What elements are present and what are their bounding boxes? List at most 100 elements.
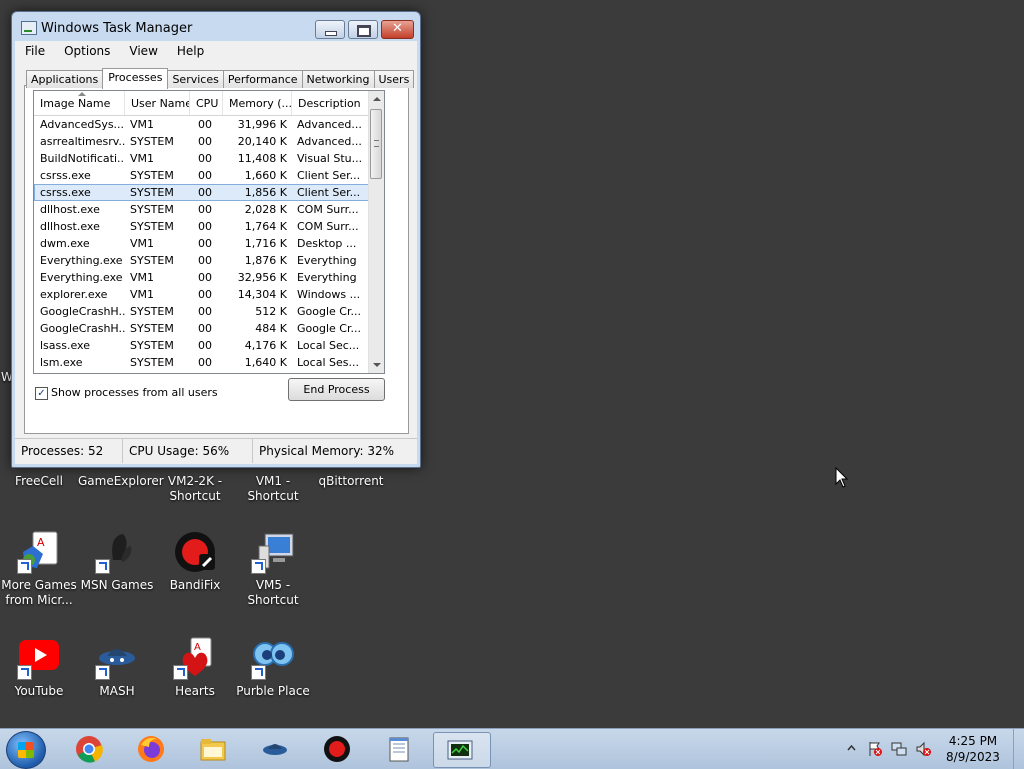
table-row[interactable]: BuildNotificati... VM1 00 11,408 K Visual St… bbox=[34, 150, 369, 167]
taskbar-task-manager[interactable] bbox=[433, 732, 491, 768]
cell-memory: 1,856 K bbox=[244, 186, 287, 199]
desktop-icon-hearts[interactable]: A Hearts bbox=[156, 636, 234, 699]
minimize-button[interactable] bbox=[315, 20, 345, 39]
scroll-down-arrow-icon[interactable] bbox=[373, 363, 381, 367]
tab-users[interactable]: Users bbox=[373, 70, 415, 88]
cell-cpu: 00 bbox=[198, 152, 212, 165]
column-label: Description bbox=[298, 97, 361, 110]
mouse-cursor-icon bbox=[835, 467, 849, 488]
cell-user-name: SYSTEM bbox=[130, 220, 174, 233]
tab-applications[interactable]: Applications bbox=[26, 70, 104, 88]
volume-muted-icon[interactable] bbox=[915, 741, 931, 757]
scrollbar-thumb[interactable] bbox=[370, 109, 382, 179]
menu-bar: File Options View Help bbox=[15, 41, 417, 61]
taskbar-clock[interactable]: 4:25 PM 8/9/2023 bbox=[935, 733, 1011, 765]
cell-description: Local Ses... bbox=[297, 356, 359, 369]
cell-description: COM Surr... bbox=[297, 220, 359, 233]
desktop-icon-mash[interactable]: MASH bbox=[78, 636, 156, 699]
desktop-icon-vm2[interactable]: VM2-2K - Shortcut bbox=[156, 474, 234, 504]
column-cpu[interactable]: CPU bbox=[190, 91, 223, 115]
sort-ascending-icon bbox=[78, 92, 86, 96]
msn-games-icon bbox=[95, 530, 139, 574]
menu-help[interactable]: Help bbox=[167, 41, 213, 60]
taskbar-chrome[interactable] bbox=[63, 732, 115, 766]
table-row[interactable]: lsm.exe SYSTEM 00 1,640 K Local Ses... bbox=[34, 354, 369, 371]
action-center-flag-icon[interactable] bbox=[867, 741, 883, 757]
desktop-icon-purble-place[interactable]: Purble Place bbox=[234, 636, 312, 699]
menu-options[interactable]: Options bbox=[54, 41, 119, 60]
taskbar-mash[interactable] bbox=[249, 732, 301, 766]
table-row[interactable]: csrss.exe SYSTEM 00 1,660 K Client Ser... bbox=[34, 167, 369, 184]
taskbar-bandicam[interactable] bbox=[311, 732, 363, 766]
show-all-users-checkbox[interactable]: ✓ bbox=[35, 387, 48, 400]
tab-networking[interactable]: Networking bbox=[301, 70, 375, 88]
table-row[interactable]: csrss.exe SYSTEM 00 1,856 K Client Ser... bbox=[34, 184, 369, 201]
window-client: Applications Processes Services Performance… bbox=[15, 61, 417, 438]
show-hidden-icons-chevron[interactable] bbox=[847, 745, 856, 751]
column-description[interactable]: Description bbox=[292, 91, 369, 115]
taskbar-firefox[interactable] bbox=[125, 732, 177, 766]
cell-cpu: 00 bbox=[198, 118, 212, 131]
cell-image-name: Everything.exe bbox=[40, 271, 123, 284]
column-image-name[interactable]: Image Name bbox=[34, 91, 125, 115]
cell-cpu: 00 bbox=[198, 237, 212, 250]
desktop-icon-gameexplorer[interactable]: GameExplorer bbox=[78, 474, 164, 489]
cell-image-name: dwm.exe bbox=[40, 237, 90, 250]
table-row[interactable]: dllhost.exe SYSTEM 00 1,764 K COM Surr... bbox=[34, 218, 369, 235]
table-row[interactable]: Everything.exe VM1 00 32,956 K Everything bbox=[34, 269, 369, 286]
table-row[interactable]: GoogleCrashH... SYSTEM 00 484 K Google Cr... bbox=[34, 320, 369, 337]
cell-description: Windows ... bbox=[297, 288, 361, 301]
cell-description: Google Cr... bbox=[297, 305, 361, 318]
table-row[interactable]: dllhost.exe SYSTEM 00 2,028 K COM Surr... bbox=[34, 201, 369, 218]
vertical-scrollbar[interactable] bbox=[368, 91, 384, 373]
taskbar-file-explorer[interactable] bbox=[187, 732, 239, 766]
cell-cpu: 00 bbox=[198, 254, 212, 267]
column-memory[interactable]: Memory (... bbox=[223, 91, 292, 115]
cell-cpu: 00 bbox=[198, 271, 212, 284]
table-row[interactable]: dwm.exe VM1 00 1,716 K Desktop ... bbox=[34, 235, 369, 252]
maximize-button[interactable] bbox=[348, 20, 378, 39]
desktop-icon-vm5[interactable]: VM5 - Shortcut bbox=[234, 530, 312, 608]
desktop-icon-more-games[interactable]: A More Games from Micr... bbox=[0, 530, 78, 608]
table-row[interactable]: explorer.exe VM1 00 14,304 K Windows ... bbox=[34, 286, 369, 303]
process-list[interactable]: Image Name User Name CPU Memory (... Des… bbox=[33, 90, 385, 374]
desktop-icon-msn-games[interactable]: MSN Games bbox=[78, 530, 156, 593]
tab-performance[interactable]: Performance bbox=[222, 70, 303, 88]
desktop-icon-youtube[interactable]: YouTube bbox=[0, 636, 78, 699]
cell-memory: 14,304 K bbox=[237, 288, 287, 301]
cell-user-name: SYSTEM bbox=[130, 203, 174, 216]
table-row[interactable]: lsass.exe SYSTEM 00 4,176 K Local Sec... bbox=[34, 337, 369, 354]
table-row[interactable]: AdvancedSys... VM1 00 31,996 K Advanced... bbox=[34, 116, 369, 133]
task-manager-window[interactable]: Windows Task Manager ✕ File Options View He… bbox=[11, 11, 421, 468]
menu-view[interactable]: View bbox=[119, 41, 166, 60]
desktop-icon-qbittorrent[interactable]: qBittorrent bbox=[312, 474, 390, 489]
cell-memory: 484 K bbox=[255, 322, 287, 335]
tab-services[interactable]: Services bbox=[167, 70, 224, 88]
tab-processes[interactable]: Processes bbox=[102, 68, 169, 89]
table-row[interactable]: asrrealtimesrv... SYSTEM 00 20,140 K Advance… bbox=[34, 133, 369, 150]
desktop-icon-vm1[interactable]: VM1 - Shortcut bbox=[234, 474, 312, 504]
desktop-icon-label: Hearts bbox=[175, 684, 215, 698]
desktop-icon-bandifix[interactable]: BandiFix bbox=[156, 530, 234, 593]
close-button[interactable]: ✕ bbox=[381, 20, 414, 39]
status-physical-memory: Physical Memory: 32% bbox=[259, 444, 395, 458]
title-bar[interactable]: Windows Task Manager ✕ bbox=[12, 12, 420, 42]
end-process-button[interactable]: End Process bbox=[288, 378, 385, 401]
table-row[interactable]: GoogleCrashH... SYSTEM 00 512 K Google Cr... bbox=[34, 303, 369, 320]
desktop-icon-label: MSN Games bbox=[80, 578, 154, 592]
cell-image-name: GoogleCrashH... bbox=[40, 305, 125, 318]
start-button[interactable] bbox=[6, 731, 46, 769]
cell-description: Client Ser... bbox=[297, 169, 361, 182]
menu-file[interactable]: File bbox=[15, 41, 54, 60]
column-label: Memory (... bbox=[229, 97, 292, 110]
desktop-icon-label: BandiFix bbox=[169, 578, 221, 592]
network-icon[interactable] bbox=[891, 741, 907, 757]
table-row[interactable]: Everything.exe SYSTEM 00 1,876 K Everything bbox=[34, 252, 369, 269]
scroll-up-arrow-icon[interactable] bbox=[373, 97, 381, 101]
taskbar-notepad[interactable] bbox=[373, 732, 425, 766]
status-cpu-usage: CPU Usage: 56% bbox=[123, 439, 253, 463]
column-user-name[interactable]: User Name bbox=[125, 91, 190, 115]
column-label: CPU bbox=[196, 97, 219, 110]
desktop-icon-freecell[interactable]: FreeCell bbox=[0, 474, 78, 489]
show-desktop-button[interactable] bbox=[1013, 729, 1024, 769]
